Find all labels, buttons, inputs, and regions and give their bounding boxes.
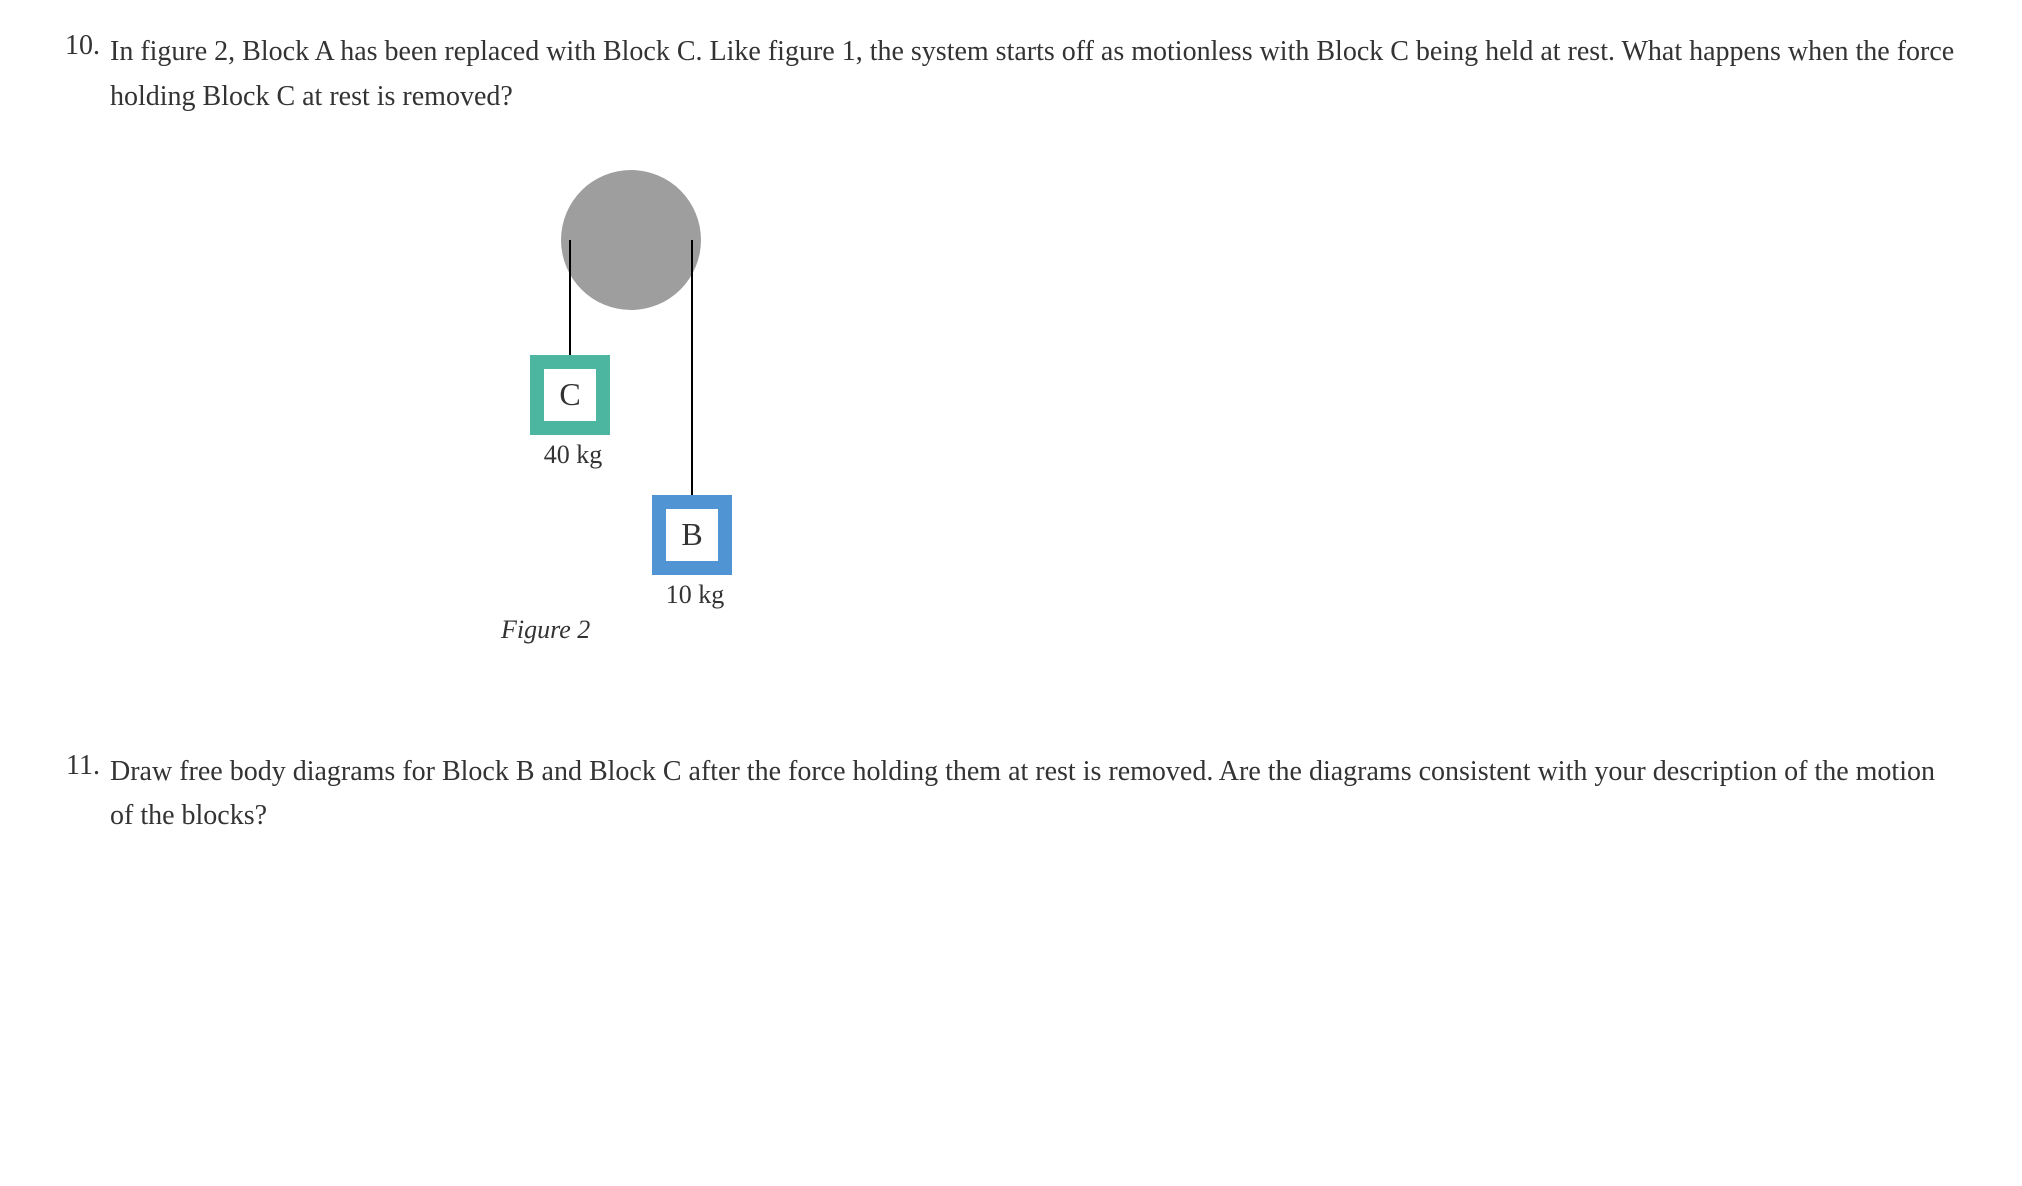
string-left: [569, 240, 571, 355]
question-10: 10. In figure 2, Block A has been replac…: [60, 30, 1962, 120]
figure-caption: Figure 2: [501, 615, 590, 645]
question-11: 11. Draw free body diagrams for Block B …: [60, 750, 1962, 840]
question-10-number: 10.: [60, 30, 110, 120]
question-10-text: In figure 2, Block A has been replaced w…: [110, 30, 1962, 120]
question-11-number: 11.: [60, 750, 110, 840]
figure-2: C 40 kg B 10 kg Figure 2: [491, 170, 771, 650]
block-c: C: [530, 355, 610, 435]
question-11-text: Draw free body diagrams for Block B and …: [110, 750, 1962, 840]
string-right: [691, 240, 693, 495]
pulley-icon: [561, 170, 701, 310]
block-c-mass: 40 kg: [533, 440, 613, 470]
block-b: B: [652, 495, 732, 575]
block-b-letter: B: [681, 516, 702, 553]
block-b-mass: 10 kg: [655, 580, 735, 610]
block-c-letter: C: [559, 376, 580, 413]
figure-container: C 40 kg B 10 kg Figure 2: [0, 170, 1582, 650]
